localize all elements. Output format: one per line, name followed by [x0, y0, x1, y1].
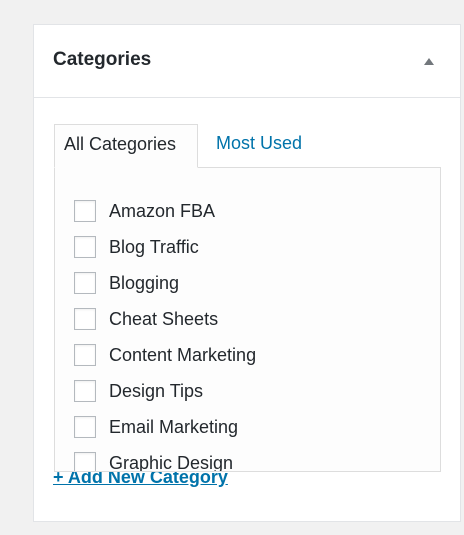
category-label[interactable]: Blogging — [109, 272, 179, 294]
triangle-up-icon[interactable] — [424, 58, 434, 65]
panel-title: Categories — [53, 49, 152, 70]
category-label[interactable]: Content Marketing — [109, 344, 256, 366]
tab-most-used[interactable]: Most Used — [216, 132, 302, 154]
category-label[interactable]: Amazon FBA — [109, 200, 215, 222]
category-label[interactable]: Blog Traffic — [109, 236, 199, 258]
category-checkbox[interactable] — [74, 380, 96, 402]
category-label[interactable]: Email Marketing — [109, 416, 238, 438]
categories-panel: Categories All Categories Most Used Amaz… — [33, 24, 461, 522]
panel-header[interactable]: Categories — [34, 25, 460, 98]
category-item-cheat-sheets[interactable]: Cheat Sheets — [55, 301, 440, 337]
category-label[interactable]: Graphic Design — [109, 452, 233, 471]
category-item-graphic-design[interactable]: Graphic Design — [55, 445, 440, 471]
category-item-blog-traffic[interactable]: Blog Traffic — [55, 229, 440, 265]
category-item-email-marketing[interactable]: Email Marketing — [55, 409, 440, 445]
category-checkbox[interactable] — [74, 416, 96, 438]
category-item-amazon-fba[interactable]: Amazon FBA — [55, 193, 440, 229]
category-checklist[interactable]: Amazon FBA Blog Traffic Blogging Cheat S… — [54, 167, 441, 472]
category-checkbox[interactable] — [74, 236, 96, 258]
category-label[interactable]: Cheat Sheets — [109, 308, 218, 330]
category-item-content-marketing[interactable]: Content Marketing — [55, 337, 440, 373]
category-checkbox[interactable] — [74, 200, 96, 222]
category-checkbox[interactable] — [74, 308, 96, 330]
category-checkbox[interactable] — [74, 272, 96, 294]
category-list: Amazon FBA Blog Traffic Blogging Cheat S… — [55, 193, 440, 471]
category-item-blogging[interactable]: Blogging — [55, 265, 440, 301]
tab-all-categories[interactable]: All Categories — [54, 124, 198, 168]
category-checkbox[interactable] — [74, 452, 96, 471]
category-label[interactable]: Design Tips — [109, 380, 203, 402]
category-item-design-tips[interactable]: Design Tips — [55, 373, 440, 409]
category-checkbox[interactable] — [74, 344, 96, 366]
